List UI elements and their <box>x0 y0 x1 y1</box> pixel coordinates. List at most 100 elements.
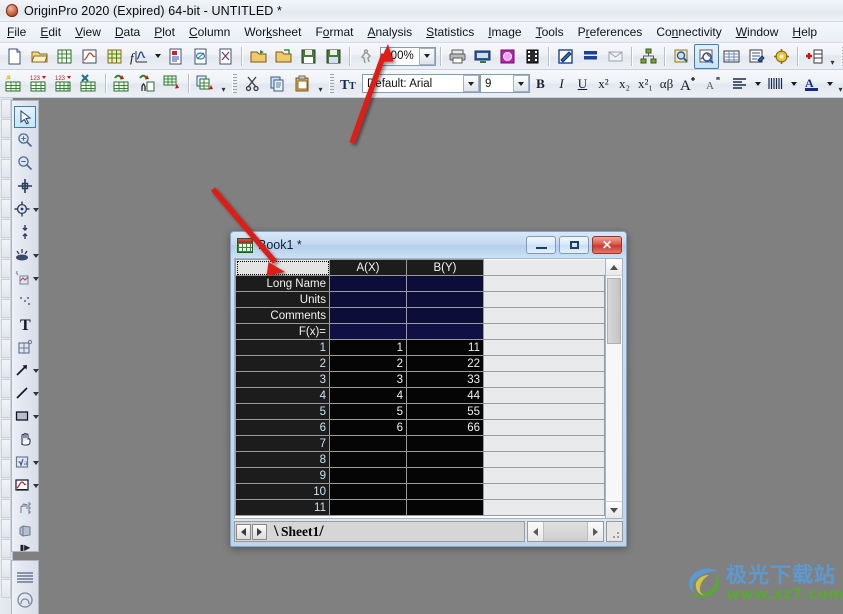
paste-icon[interactable] <box>290 71 315 96</box>
workbook-minimize-button[interactable] <box>526 236 556 254</box>
results-log-icon[interactable] <box>669 44 694 69</box>
new-layout-icon[interactable] <box>163 44 188 69</box>
menu-statistics[interactable]: Statistics <box>419 23 481 42</box>
rectangle-tool-dropdown-caret[interactable] <box>33 406 39 428</box>
scale-tool-icon[interactable] <box>14 497 36 519</box>
edge-stub-21[interactable] <box>1 499 11 518</box>
row-number[interactable]: 10 <box>235 483 330 500</box>
cell-a[interactable] <box>329 451 407 468</box>
menu-analysis[interactable]: Analysis <box>360 23 419 42</box>
edge-stub-13[interactable] <box>1 339 11 358</box>
menu-file[interactable]: File <box>0 23 33 42</box>
edit-mode-icon[interactable] <box>553 44 578 69</box>
open-icon[interactable] <box>246 44 271 69</box>
cell-a[interactable] <box>329 499 407 516</box>
font-size-combo[interactable]: 9 <box>480 74 530 93</box>
scroll-up-button[interactable] <box>606 259 622 276</box>
add-new-row-icon[interactable] <box>160 71 185 96</box>
cell-b[interactable]: 22 <box>406 355 484 372</box>
column-header-a[interactable]: A(X) <box>329 259 407 276</box>
comments-b[interactable] <box>406 307 484 324</box>
edge-stub-4[interactable] <box>1 159 11 178</box>
zoom-in-icon[interactable] <box>14 129 36 151</box>
menu-format[interactable]: Format <box>308 23 360 42</box>
menu-help[interactable]: Help <box>785 23 824 42</box>
text-tool-icon[interactable]: T <box>14 313 36 335</box>
zoom-out-icon[interactable] <box>14 152 36 174</box>
zoom-dropdown-arrow[interactable] <box>419 47 435 65</box>
edge-stub-16[interactable] <box>1 399 11 418</box>
row-number[interactable]: 3 <box>235 371 330 388</box>
cell-a[interactable]: 2 <box>329 355 407 372</box>
new-workbook-icon[interactable] <box>52 44 77 69</box>
cell-b[interactable]: 44 <box>406 387 484 404</box>
edge-stub-8[interactable] <box>1 239 11 258</box>
row-number[interactable]: 9 <box>235 467 330 484</box>
subscript-icon[interactable]: x₂ <box>614 73 635 95</box>
row-number[interactable]: 11 <box>235 499 330 516</box>
menu-plot[interactable]: Plot <box>147 23 182 42</box>
print-icon[interactable] <box>445 44 470 69</box>
set-column-values-icon[interactable] <box>2 71 27 96</box>
worksheet-grid[interactable]: A(X) B(Y) Long Name Units Comments F(x)=… <box>234 258 606 519</box>
super-sub-icon[interactable]: x²₁ <box>635 73 656 95</box>
cell-a[interactable]: 6 <box>329 419 407 436</box>
region-selector-icon[interactable] <box>11 244 33 266</box>
menu-preferences[interactable]: Preferences <box>571 23 650 42</box>
set-multiple-values-icon[interactable]: 123 <box>52 71 77 96</box>
scroll-right-button[interactable] <box>588 522 603 541</box>
decrease-font-icon[interactable]: A <box>702 71 727 96</box>
function-plot-dropdown-caret[interactable] <box>152 45 163 68</box>
zoom-combo[interactable]: 100% <box>380 46 436 66</box>
menu-connectivity[interactable]: Connectivity <box>649 23 728 42</box>
region-math-dropdown-caret[interactable] <box>33 452 39 474</box>
edge-stub-14[interactable] <box>1 359 11 378</box>
export-video-icon[interactable] <box>520 44 545 69</box>
new-excel-icon[interactable] <box>213 44 238 69</box>
cell-b[interactable] <box>406 467 484 484</box>
object-tool-icon[interactable] <box>14 336 36 358</box>
cell-b[interactable]: 66 <box>406 419 484 436</box>
row-number[interactable]: 7 <box>235 435 330 452</box>
normalize-columns-icon[interactable]: 123 <box>27 71 52 96</box>
edge-stub-19[interactable] <box>1 459 11 478</box>
edge-stub-6[interactable] <box>1 199 11 218</box>
cell-a[interactable]: 3 <box>329 371 407 388</box>
layer-management-icon[interactable] <box>578 44 603 69</box>
horizontal-scroll-thumb[interactable] <box>543 522 588 541</box>
line-tool-icon[interactable] <box>11 382 33 404</box>
workbook-maximize-button[interactable] <box>559 236 589 254</box>
cell-b[interactable]: 33 <box>406 371 484 388</box>
fill-pattern-icon[interactable] <box>14 589 36 611</box>
italic-icon[interactable]: I <box>551 73 572 95</box>
comments-a[interactable] <box>329 307 407 324</box>
new-project-icon[interactable] <box>2 44 27 69</box>
line-style-icon[interactable] <box>763 71 788 96</box>
edge-stub-3[interactable] <box>1 139 11 158</box>
superscript-icon[interactable]: x² <box>593 73 614 95</box>
font-name-combo[interactable]: Default: Arial <box>362 74 480 93</box>
zoom-region-icon[interactable] <box>11 474 33 496</box>
line-style-dropdown-caret[interactable] <box>788 72 799 95</box>
arrow-object-icon[interactable] <box>11 359 33 381</box>
scroll-down-button[interactable] <box>606 501 622 518</box>
sheet-tab-next-button[interactable] <box>252 523 267 540</box>
open-project-icon[interactable] <box>27 44 52 69</box>
cell-b[interactable] <box>406 499 484 516</box>
region-math-icon[interactable]: a <box>11 451 33 473</box>
bold-icon[interactable]: B <box>530 73 551 95</box>
align-icon[interactable] <box>727 71 752 96</box>
cell-a[interactable] <box>329 467 407 484</box>
cell-b[interactable]: 55 <box>406 403 484 420</box>
cell-a[interactable] <box>329 435 407 452</box>
select-all-corner-cell[interactable] <box>235 259 330 276</box>
increase-font-icon[interactable]: A <box>677 71 702 96</box>
edge-stub-24[interactable] <box>1 559 11 578</box>
pointer-icon[interactable] <box>14 106 36 128</box>
row-number[interactable]: 1 <box>235 339 330 356</box>
font-color-dropdown-caret[interactable] <box>824 72 835 95</box>
tools-palette-expand[interactable]: ▮▶ <box>15 543 35 552</box>
menu-window[interactable]: Window <box>729 23 786 42</box>
font-size-dropdown-arrow[interactable] <box>513 75 529 92</box>
data-reader-icon[interactable] <box>11 198 33 220</box>
